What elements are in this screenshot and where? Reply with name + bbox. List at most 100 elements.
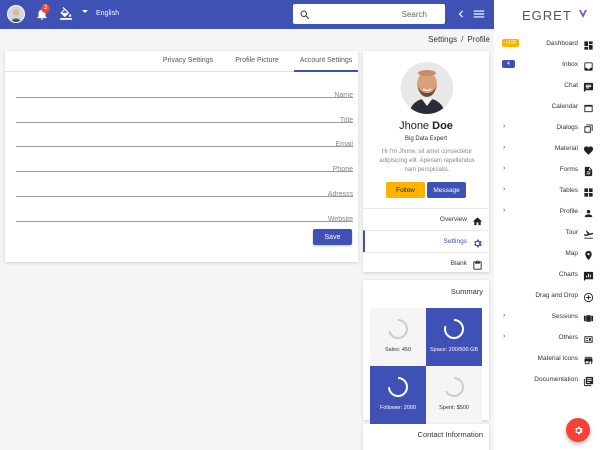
contact-title: Contact Information (417, 430, 483, 439)
phone-input[interactable] (16, 163, 353, 176)
search-icon (299, 8, 311, 20)
sidebar: EGRET +100 Dashboard 4 Inbox Chat Calend… (494, 0, 600, 450)
library-icon (583, 374, 594, 387)
progress-ring (444, 377, 464, 397)
sidebar-item-label: Forms (559, 166, 578, 173)
sidebar-item-others[interactable]: › Others (494, 328, 600, 349)
others-icon (583, 332, 594, 343)
email-field[interactable] (16, 133, 353, 151)
home-icon (472, 214, 483, 226)
save-button[interactable]: Save (313, 229, 352, 245)
sidebar-item-forms[interactable]: › Forms (494, 160, 600, 181)
sidebar-item-dashboard[interactable]: +100 Dashboard (494, 34, 600, 55)
summary-tile-label: Spent: $500 (439, 405, 469, 411)
calendar-icon (583, 101, 594, 113)
summary-tile-label: Follower: 2000 (379, 405, 417, 411)
profile-last-name: Doe (432, 120, 453, 132)
gear-icon (574, 426, 583, 434)
chart-icon (583, 269, 594, 282)
search-input[interactable] (327, 7, 427, 21)
settings-tabs: Privacy Settings Profile Picture Account… (5, 51, 358, 72)
profile-nav-label: Overview (439, 216, 467, 223)
clipboard-icon (472, 258, 483, 270)
breadcrumb-separator: / (461, 35, 464, 44)
sidebar-item-label: Chat (564, 82, 578, 89)
title-field[interactable] (16, 109, 353, 127)
sidebar-item-label: Dialogs (556, 124, 578, 131)
name-field[interactable] (16, 84, 353, 102)
summary-tile-spent: Spent: $500 (426, 366, 482, 424)
search-box[interactable] (293, 4, 445, 24)
profile-nav-overview[interactable]: Overview (363, 208, 489, 230)
website-field[interactable] (16, 208, 353, 226)
settings-fab[interactable] (566, 418, 590, 442)
active-tab-indicator (294, 70, 358, 72)
profile-job-title: Big Data Expert (404, 136, 448, 142)
user-avatar[interactable] (7, 5, 25, 23)
sidebar-item-dialogs[interactable]: › Dialogs (494, 118, 600, 139)
sidebar-item-label: Charts (558, 271, 578, 278)
sidebar-item-label: Others (558, 334, 578, 341)
sidebar-item-tables[interactable]: › Tables (494, 181, 600, 202)
breadcrumb-current: Profile (467, 35, 490, 44)
sidebar-item-calendar[interactable]: Calendar (494, 97, 600, 118)
sidebar-item-material-icons[interactable]: Material Icons (494, 349, 600, 370)
brand-name[interactable]: EGRET (522, 8, 572, 23)
tab-account-settings[interactable]: Account Settings (294, 57, 358, 64)
sidebar-item-documentation[interactable]: Documentation (494, 370, 600, 391)
summary-title: Summary (450, 287, 483, 296)
phone-field[interactable] (16, 158, 353, 176)
tab-privacy-settings[interactable]: Privacy Settings (155, 57, 221, 64)
notification-badge: 3 (41, 4, 50, 13)
language-selector[interactable]: English (96, 10, 119, 17)
profile-nav-label: Settings (443, 238, 468, 245)
summary-tile-label: Space: 200/500 GB (429, 347, 478, 353)
chevron-left-icon[interactable] (452, 5, 470, 23)
sidebar-item-charts[interactable]: Charts (494, 265, 600, 286)
breadcrumb-parent[interactable]: Settings (428, 35, 457, 44)
chevron-right-icon: › (503, 312, 506, 319)
profile-nav-settings[interactable]: Settings (363, 230, 489, 252)
email-input[interactable] (16, 138, 353, 151)
profile-first-name: Jhone (399, 120, 430, 132)
sidebar-item-material[interactable]: › Material (494, 139, 600, 160)
address-field[interactable] (16, 183, 353, 201)
profile-name: Jhone Doe (363, 120, 489, 132)
sidebar-item-drag-and-drop[interactable]: Drag and Drop (494, 286, 600, 307)
sidebar-item-label: Material (554, 145, 578, 152)
tab-profile-picture[interactable]: Profile Picture (225, 57, 289, 64)
settings-card: Privacy Settings Profile Picture Account… (5, 51, 358, 262)
sidebar-item-label: Tour (565, 229, 578, 236)
chevron-right-icon: › (503, 144, 506, 151)
sidebar-item-label: Tables (559, 187, 578, 194)
message-button[interactable]: Message (427, 182, 466, 198)
brand-logo-icon (579, 10, 587, 18)
sidebar-item-profile[interactable]: › Profile (494, 202, 600, 223)
profile-nav-blank[interactable]: Blank (363, 252, 489, 274)
paint-bucket-icon[interactable] (57, 5, 75, 23)
menu-icon[interactable] (470, 5, 488, 23)
name-input[interactable] (16, 89, 353, 102)
sidebar-item-label: Dashboard (546, 40, 578, 47)
profile-nav-label: Blank (450, 260, 467, 267)
progress-ring (444, 319, 464, 339)
sidebar-item-inbox[interactable]: 4 Inbox (494, 55, 600, 76)
language-dropdown-caret[interactable] (82, 10, 88, 13)
chevron-right-icon: › (503, 333, 506, 340)
store-icon (583, 353, 594, 365)
inbox-icon (583, 59, 594, 71)
sidebar-item-sessions[interactable]: › Sessions (494, 307, 600, 328)
sidebar-item-chat[interactable]: Chat (494, 76, 600, 97)
website-input[interactable] (16, 213, 353, 226)
sidebar-item-label: Calendar (551, 103, 578, 110)
inbox-badge: 4 (502, 60, 515, 68)
dashboard-badge: +100 (502, 39, 520, 47)
follow-button[interactable]: Follow (386, 182, 425, 198)
title-input[interactable] (16, 114, 353, 127)
sidebar-item-label: Material Icons (537, 355, 578, 362)
heart-icon (583, 143, 594, 155)
address-input[interactable] (16, 188, 353, 201)
sidebar-item-tour[interactable]: Tour (494, 223, 600, 244)
sidebar-item-map[interactable]: Map (494, 244, 600, 265)
breadcrumb: Settings / Profile (428, 35, 490, 44)
